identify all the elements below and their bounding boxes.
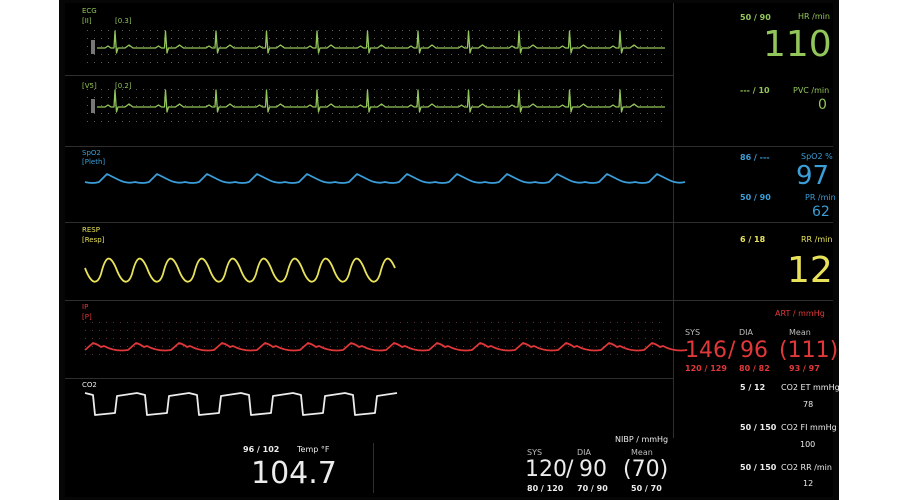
pvc-unit: PVC /min	[793, 86, 830, 95]
art-dia-label: DIA	[739, 328, 753, 337]
co2-rr-unit: CO2 RR /min	[781, 463, 832, 472]
co2-et-alarm-limits: 5 ∕ 12	[740, 383, 766, 392]
nibp-title: NIBP / mmHg	[615, 435, 669, 444]
co2-trace	[84, 392, 398, 416]
ecg-trace	[97, 89, 665, 113]
resp-trace	[84, 257, 396, 283]
pr-value[interactable]: 62	[812, 205, 830, 219]
ecg2-waveform	[87, 89, 665, 122]
pvc-value[interactable]: 0	[818, 98, 827, 112]
nibp-sys-value[interactable]: 120	[525, 459, 567, 481]
art-sys-label: SYS	[685, 328, 701, 337]
monitor-screen: ECG [II] [0.3] [V5] [0.2] SpO2 [Pleth] R…	[65, 3, 840, 497]
art-title: ART / mmHg	[775, 309, 825, 318]
nibp-mean-label: Mean	[631, 448, 653, 457]
nibp-slash: /	[566, 457, 574, 482]
co2-fi-value[interactable]: 100	[800, 441, 815, 449]
art-mean-label: Mean	[789, 328, 811, 337]
hr-alarm-limits: 50 ∕ 90	[740, 13, 771, 22]
patient-monitor: ECG [II] [0.3] [V5] [0.2] SpO2 [Pleth] R…	[59, 0, 840, 500]
nibp-dia-label: DIA	[577, 448, 591, 457]
art-dia-value[interactable]: 96	[740, 340, 768, 362]
spo2-alarm-limits: 86 ∕ ---	[740, 153, 770, 162]
pr-unit: PR /min	[805, 193, 836, 202]
nibp-dia-value[interactable]: 90	[579, 459, 607, 481]
co2-et-value[interactable]: 78	[803, 401, 813, 409]
pvc-alarm-limits: --- ∕ 10	[740, 86, 770, 95]
hr-value[interactable]: 110	[763, 27, 832, 63]
divider	[373, 443, 374, 493]
art-mean-value[interactable]: (111)	[779, 340, 838, 362]
spo2-value[interactable]: 97	[796, 163, 829, 189]
ip-waveform	[84, 322, 688, 355]
art-sys-value[interactable]: 146	[685, 340, 727, 362]
rr-value[interactable]: 12	[787, 253, 833, 289]
art-dia-alarm: 80 ∕ 82	[739, 364, 770, 373]
temp-unit: Temp °F	[297, 445, 330, 454]
nibp-mean-value[interactable]: (70)	[623, 459, 668, 481]
pr-alarm-limits: 50 ∕ 90	[740, 193, 771, 202]
spo2-unit: SpO2 %	[801, 152, 833, 161]
temp-alarm-limits: 96 ∕ 102	[243, 445, 280, 454]
co2-rr-alarm-limits: 50 ∕ 150	[740, 463, 777, 472]
hr-unit: HR /min	[798, 12, 830, 21]
temp-value[interactable]: 104.7	[251, 459, 337, 489]
ecg-trace	[97, 30, 665, 54]
nibp-mean-alarm: 50 ∕ 70	[631, 484, 662, 493]
co2-fi-alarm-limits: 50 ∕ 150	[740, 423, 777, 432]
nibp-dia-alarm: 70 ∕ 90	[577, 484, 608, 493]
art-sys-alarm: 120 ∕ 129	[685, 364, 727, 373]
art-mean-alarm: 93 ∕ 97	[789, 364, 820, 373]
nibp-sys-label: SYS	[527, 448, 543, 457]
rr-unit: RR /min	[801, 235, 833, 244]
co2-rr-value[interactable]: 12	[803, 480, 813, 488]
art-slash: /	[728, 338, 736, 363]
rr-alarm-limits: 6 ∕ 18	[740, 235, 766, 244]
resp-waveform	[84, 257, 396, 283]
ecg-waveform	[87, 30, 665, 63]
nibp-sys-alarm: 80 ∕ 120	[527, 484, 564, 493]
co2-waveform	[84, 392, 398, 416]
co2-et-unit: CO2 ET mmHg	[781, 383, 840, 392]
co2-fi-unit: CO2 FI mmHg	[781, 423, 837, 432]
pleth-trace	[84, 173, 686, 184]
spo2-waveform	[84, 173, 686, 184]
